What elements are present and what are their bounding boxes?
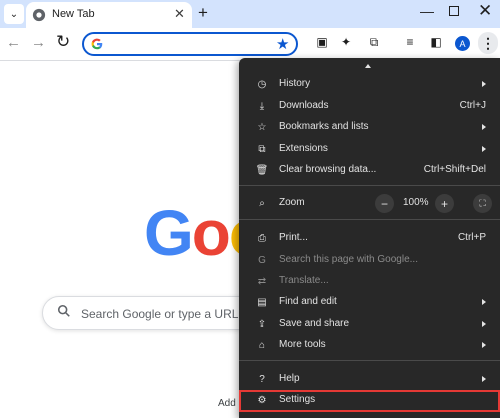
scroll-up-icon[interactable]: [365, 64, 371, 68]
menu-item-help[interactable]: ? Help: [239, 369, 500, 390]
minimize-button[interactable]: —: [420, 3, 434, 19]
gear-icon: ⚙: [257, 394, 267, 406]
trash-icon: 🗑: [255, 164, 269, 176]
more-menu-button[interactable]: ⋮: [478, 32, 498, 54]
chevron-right-icon: [482, 299, 486, 305]
menu-divider: [239, 219, 500, 220]
menu-item-label: Save and share: [279, 318, 350, 329]
menu-item-label: Extensions: [279, 143, 328, 154]
google-g-icon: G: [258, 254, 266, 266]
reload-button[interactable]: ↻: [56, 32, 70, 52]
extensions-puzzle-icon[interactable]: ⧉: [366, 34, 382, 50]
translate-icon: ⇄: [257, 275, 267, 287]
menu-item-label: Help: [279, 373, 300, 384]
menu-item-label: Search this page with Google...: [279, 254, 418, 265]
chrome-main-menu: ◷ History ⤓ Downloads Ctrl+J ☆ Bookmarks…: [239, 58, 500, 418]
forward-button[interactable]: →: [31, 34, 46, 51]
toolbox-icon: ⌂: [258, 339, 266, 351]
menu-item-find-edit[interactable]: ▤ Find and edit: [239, 292, 500, 313]
chevron-right-icon: [482, 146, 486, 152]
zoom-out-button[interactable]: −: [375, 194, 394, 213]
puzzle-icon: ⧉: [258, 143, 266, 155]
menu-item-label: Bookmarks and lists: [279, 121, 369, 132]
close-icon[interactable]: ✕: [174, 6, 185, 22]
menu-item-extensions[interactable]: ⧉ Extensions: [239, 139, 500, 160]
shortcut-label: Ctrl+P: [457, 232, 486, 243]
shortcut-label: Ctrl+Shift+Del: [423, 164, 486, 175]
menu-item-translate: ⇄ Translate...: [239, 271, 500, 292]
chevron-right-icon: [482, 321, 486, 327]
menu-item-history[interactable]: ◷ History: [239, 74, 500, 95]
search-icon: [57, 304, 70, 317]
address-bar[interactable]: ★: [82, 32, 298, 56]
zoom-level: 100%: [403, 197, 429, 208]
avatar[interactable]: A: [455, 36, 470, 51]
screen-capture-icon[interactable]: ▣: [314, 34, 330, 50]
zoom-in-button[interactable]: +: [435, 194, 454, 213]
maximize-button[interactable]: [449, 6, 459, 16]
zoom-magnifier-icon: ⌕: [259, 197, 265, 209]
chevron-right-icon: [482, 124, 486, 130]
menu-item-label: Find and edit: [279, 296, 337, 307]
menu-divider: [239, 185, 500, 186]
toolbar: ← → ↻ ★ ▣ ✦ ⧉ ≡ ◧ A ⋮: [0, 28, 500, 60]
document-search-icon: ▤: [257, 296, 267, 308]
share-icon: ⇪: [257, 318, 267, 330]
download-icon: ⤓: [259, 100, 265, 112]
side-panel-icon[interactable]: ◧: [428, 34, 444, 50]
menu-item-label: Translate...: [279, 275, 329, 286]
menu-item-settings[interactable]: ⚙ Settings: [239, 390, 500, 412]
extension-app-icon[interactable]: ✦: [338, 34, 354, 50]
history-icon: ◷: [257, 78, 267, 90]
menu-item-clear-browsing-data[interactable]: 🗑 Clear browsing data... Ctrl+Shift+Del: [239, 160, 500, 181]
tab-strip: ⌄ New Tab ✕ + — ✕: [0, 0, 500, 28]
tab-search-button[interactable]: ⌄: [4, 4, 24, 24]
menu-item-search-page: G Search this page with Google...: [239, 250, 500, 271]
search-placeholder: Search Google or type a URL: [81, 307, 239, 321]
menu-item-more-tools[interactable]: ⌂ More tools: [239, 335, 500, 356]
logo-letter-o1: o: [191, 197, 231, 269]
menu-item-label: Clear browsing data...: [279, 164, 377, 175]
menu-item-label: More tools: [279, 339, 326, 350]
printer-icon: ⎙: [258, 232, 266, 244]
menu-item-bookmarks[interactable]: ☆ Bookmarks and lists: [239, 117, 500, 138]
menu-item-label: Settings: [279, 394, 316, 405]
bookmark-star-icon[interactable]: ★: [276, 35, 289, 53]
chevron-right-icon: [482, 342, 486, 348]
star-outline-icon: ☆: [257, 121, 267, 133]
chevron-right-icon: [482, 81, 486, 87]
fullscreen-icon[interactable]: ⛶: [473, 194, 492, 213]
menu-item-label: Print...: [279, 232, 308, 243]
chevron-down-icon: ⌄: [9, 8, 19, 20]
menu-item-downloads[interactable]: ⤓ Downloads Ctrl+J: [239, 96, 500, 117]
menu-item-save-share[interactable]: ⇪ Save and share: [239, 314, 500, 335]
chrome-icon: [32, 8, 46, 22]
menu-divider: [239, 360, 500, 361]
menu-item-print[interactable]: ⎙ Print... Ctrl+P: [239, 228, 500, 249]
menu-item-zoom: ⌕ Zoom − 100% + ⛶: [239, 193, 500, 214]
back-button[interactable]: ←: [6, 34, 21, 51]
new-tab-button[interactable]: +: [198, 3, 208, 23]
shortcut-label: Ctrl+J: [459, 100, 486, 111]
tab-new-tab[interactable]: New Tab ✕: [26, 2, 192, 28]
menu-item-label: Zoom: [279, 197, 305, 208]
chevron-right-icon: [482, 376, 486, 382]
help-icon: ?: [259, 373, 265, 385]
menu-item-label: History: [279, 78, 311, 89]
google-g-icon: [91, 38, 103, 50]
logo-letter-g: G: [144, 197, 194, 269]
window-close-button[interactable]: ✕: [478, 1, 492, 21]
media-queue-icon[interactable]: ≡: [402, 34, 418, 50]
menu-item-label: Downloads: [279, 100, 329, 111]
tab-title: New Tab: [52, 8, 95, 20]
